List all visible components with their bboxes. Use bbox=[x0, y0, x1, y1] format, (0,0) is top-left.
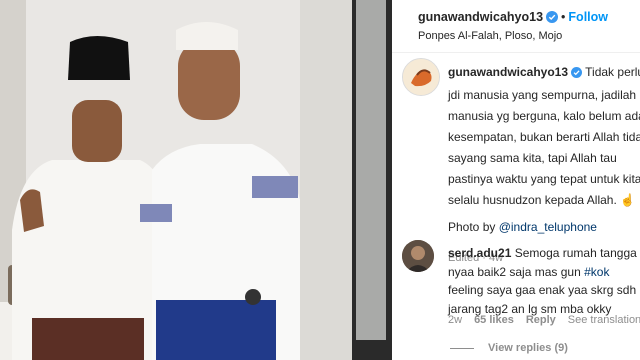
caption-line-7: selalu husnudzon kepada Allah. ☝️ ☝️ bbox=[448, 193, 640, 207]
post-photo[interactable] bbox=[0, 0, 392, 360]
header-separator: • bbox=[561, 10, 566, 24]
comment-hashtag[interactable]: #kok bbox=[584, 265, 609, 279]
see-translation-button[interactable]: See translation bbox=[568, 314, 640, 326]
comment-line-1: serd.adu21 Semoga rumah tangga bbox=[448, 244, 640, 263]
replies-divider bbox=[450, 347, 474, 349]
comment-avatar[interactable] bbox=[402, 240, 434, 272]
comment-line-text-1: Semoga rumah tangga bbox=[514, 246, 637, 260]
reply-button[interactable]: Reply bbox=[526, 314, 556, 326]
post-header: gunawandwicahyo13 • Follow Ponpes Al-Falah… bbox=[392, 0, 640, 53]
view-replies-label: View replies (9) bbox=[488, 342, 568, 354]
caption-line-text-1: Tidak perlu bbox=[585, 65, 640, 79]
follow-button[interactable]: Follow bbox=[568, 10, 608, 24]
verified-badge-icon bbox=[571, 64, 583, 85]
comment-line-text-2: nyaa baik2 saja mas gun bbox=[448, 264, 585, 279]
caption-username[interactable]: gunawandwicahyo13 bbox=[448, 65, 568, 79]
caption-text: gunawandwicahyo13 Tidak perlu jdi manusi… bbox=[448, 62, 640, 269]
comment-text: serd.adu21 Semoga rumah tangga nyaa baik… bbox=[448, 244, 640, 318]
caption-line-1: gunawandwicahyo13 Tidak perlu bbox=[448, 62, 640, 85]
verified-badge-icon bbox=[546, 11, 559, 26]
caption-line-4: kesempatan, bukan berarti Allah tidak bbox=[448, 130, 640, 144]
photo-credit: Photo by @indra_teluphone bbox=[448, 217, 640, 238]
photo-credit-prefix: Photo by bbox=[448, 220, 499, 234]
comment-line-3: feeling saya gaa enak yaa skrg sdh bbox=[448, 283, 637, 297]
post-sidebar: gunawandwicahyo13 • Follow Ponpes Al-Falah… bbox=[392, 0, 640, 360]
comment-meta: 2w 65 likes Reply See translation bbox=[448, 314, 640, 326]
comment-age: 2w bbox=[448, 314, 463, 326]
photo-credit-mention[interactable]: @indra_teluphone bbox=[499, 220, 597, 234]
comment-line-2: nyaa baik2 saja mas gun #kok bbox=[448, 263, 640, 282]
header-username[interactable]: gunawandwicahyo13 bbox=[418, 10, 543, 24]
header-user-row: gunawandwicahyo13 • Follow bbox=[418, 10, 608, 26]
avatar-image bbox=[402, 240, 434, 272]
caption-line-6: pastinya waktu yang tepat untuk kita, bbox=[448, 172, 640, 186]
post-photo-illustration bbox=[0, 0, 392, 360]
caption-avatar[interactable] bbox=[402, 58, 440, 96]
avatar-image bbox=[403, 59, 439, 95]
view-replies-button[interactable]: View replies (9) bbox=[450, 342, 568, 354]
comment-username[interactable]: serd.adu21 bbox=[448, 246, 511, 260]
location-link[interactable]: Ponpes Al-Falah, Ploso, Mojo bbox=[418, 30, 562, 42]
caption-line-5: sayang sama kita, tapi Allah tau bbox=[448, 151, 617, 165]
comment-likes[interactable]: 65 likes bbox=[474, 314, 514, 326]
caption-line-2: jdi manusia yang sempurna, jadilah bbox=[448, 88, 637, 102]
caption-line-3: manusia yg berguna, kalo belum ada bbox=[448, 109, 640, 123]
